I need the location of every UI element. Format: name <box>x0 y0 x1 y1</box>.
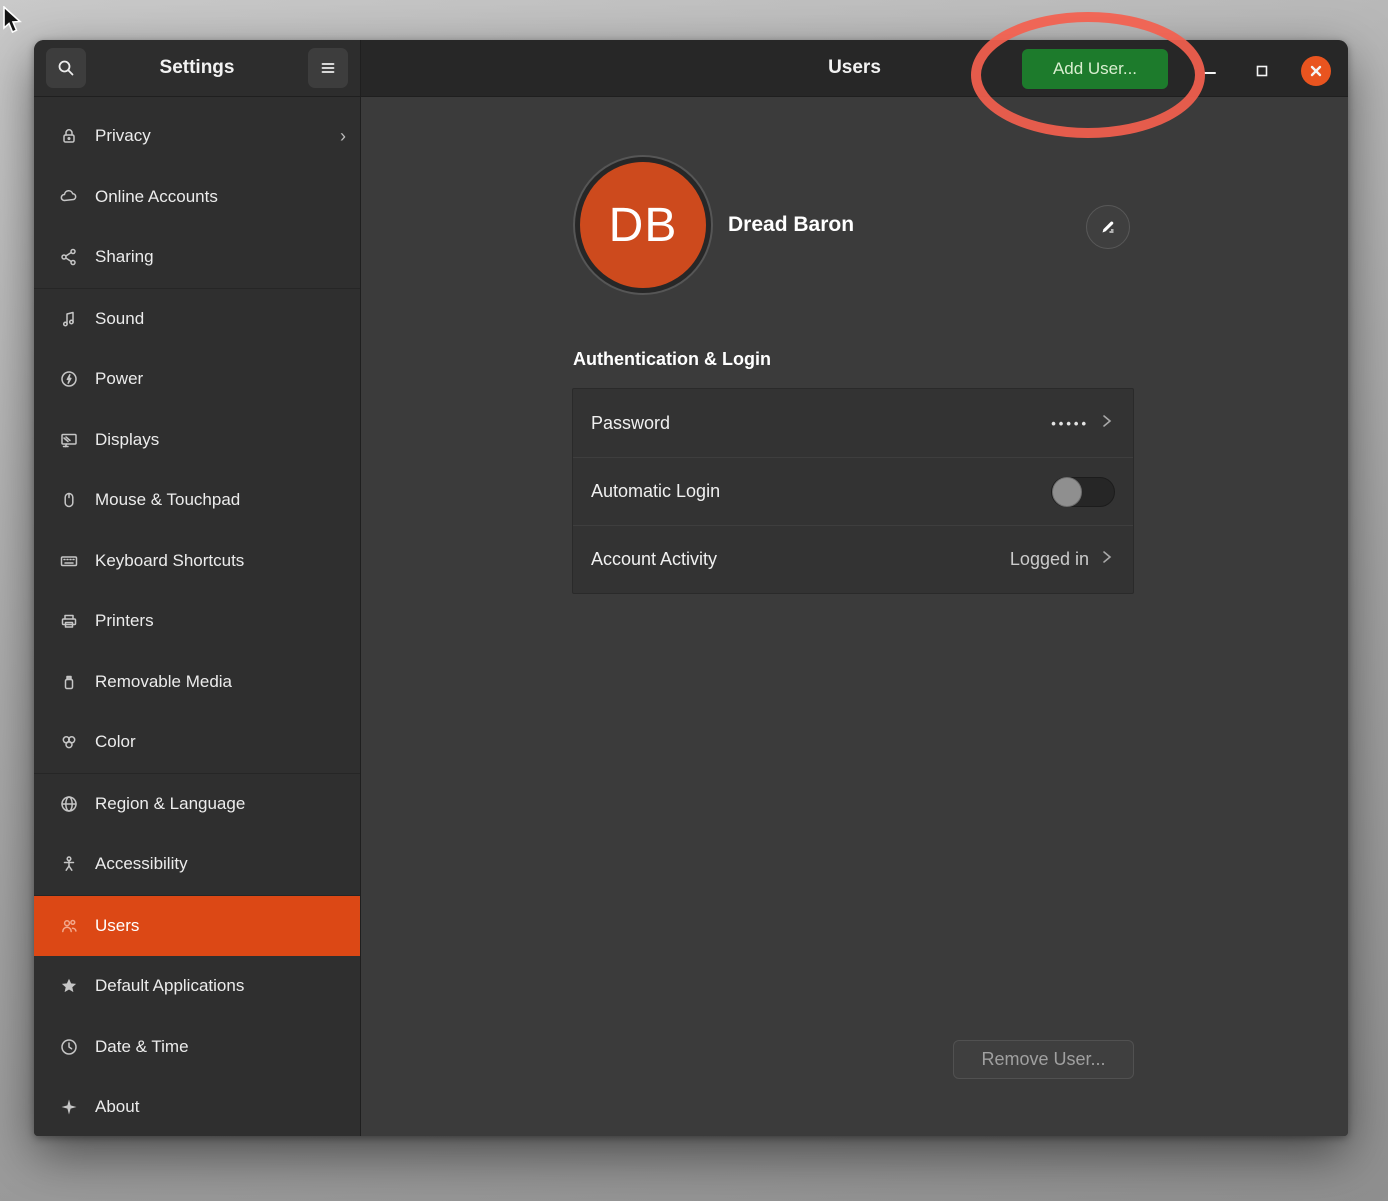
sidebar-item-removable-media[interactable]: Removable Media <box>34 652 360 713</box>
sidebar-item-label: Mouse & Touchpad <box>95 490 346 510</box>
sidebar-item-about[interactable]: About <box>34 1077 360 1136</box>
star-icon <box>58 975 80 997</box>
sidebar-item-label: Keyboard Shortcuts <box>95 551 346 571</box>
sidebar-item-printers[interactable]: Printers <box>34 591 360 652</box>
page-title: Users <box>828 57 881 79</box>
sidebar-item-label: Power <box>95 369 346 389</box>
usb-drive-icon <box>58 671 80 693</box>
search-icon <box>56 58 76 78</box>
clock-icon <box>58 1036 80 1058</box>
titlebar: Settings Users Add User... <box>34 40 1348 97</box>
sidebar-item-label: Color <box>95 732 346 752</box>
sidebar-header: Settings <box>34 40 361 96</box>
sidebar-item-sound[interactable]: Sound <box>34 289 360 350</box>
sidebar-item-label: Sound <box>95 309 346 329</box>
search-button[interactable] <box>46 48 86 88</box>
lock-icon <box>58 125 80 147</box>
sparkle-icon <box>58 1096 80 1118</box>
chevron-right-icon: › <box>340 126 346 147</box>
music-note-icon <box>58 308 80 330</box>
keyboard-icon <box>58 550 80 572</box>
sidebar-item-label: Displays <box>95 430 346 450</box>
sidebar-item-sharing[interactable]: Sharing <box>34 227 360 288</box>
sidebar-item-label: Users <box>95 916 346 936</box>
minimize-icon <box>1203 64 1217 78</box>
chevron-right-icon <box>1099 548 1115 571</box>
password-value: ••••• <box>1051 416 1089 431</box>
sidebar-item-online-accounts[interactable]: Online Accounts <box>34 167 360 228</box>
close-icon <box>1309 64 1323 78</box>
close-button[interactable] <box>1301 56 1331 86</box>
mouse-cursor <box>2 6 28 36</box>
password-row[interactable]: Password ••••• <box>573 389 1133 457</box>
sidebar-item-label: Printers <box>95 611 346 631</box>
sidebar-item-label: Online Accounts <box>95 187 346 207</box>
sidebar-item-users[interactable]: Users <box>34 896 360 957</box>
sidebar-item-privacy[interactable]: Privacy › <box>34 106 360 167</box>
sidebar-item-date-time[interactable]: Date & Time <box>34 1017 360 1078</box>
display-icon <box>58 429 80 451</box>
sidebar-item-label: Sharing <box>95 247 346 267</box>
settings-title: Settings <box>160 57 235 79</box>
section-title: Authentication & Login <box>573 349 771 370</box>
automatic-login-toggle[interactable] <box>1051 477 1115 507</box>
sidebar-item-power[interactable]: Power <box>34 349 360 410</box>
account-activity-value: Logged in <box>1010 549 1089 570</box>
content-header: Users Add User... <box>361 40 1348 96</box>
account-activity-label: Account Activity <box>591 549 1000 570</box>
edit-user-button[interactable] <box>1086 205 1130 249</box>
sidebar-item-label: Removable Media <box>95 672 346 692</box>
password-label: Password <box>591 413 1041 434</box>
hamburger-icon <box>318 58 338 78</box>
sidebar-item-displays[interactable]: Displays <box>34 410 360 471</box>
account-activity-row[interactable]: Account Activity Logged in <box>573 525 1133 593</box>
cloud-icon <box>58 186 80 208</box>
mouse-icon <box>58 489 80 511</box>
sidebar-item-label: Privacy <box>95 126 325 146</box>
globe-icon <box>58 793 80 815</box>
users-icon <box>58 915 80 937</box>
auth-login-card: Password ••••• Automatic Login Account A… <box>572 388 1134 594</box>
avatar-initials: DB <box>609 198 678 253</box>
color-circles-icon <box>58 731 80 753</box>
pencil-icon <box>1098 217 1118 237</box>
sidebar-item-label: About <box>95 1097 346 1117</box>
remove-user-button[interactable]: Remove User... <box>953 1040 1134 1079</box>
share-icon <box>58 246 80 268</box>
sidebar-item-label: Default Applications <box>95 976 346 996</box>
toggle-knob <box>1052 477 1082 507</box>
users-panel: DB Dread Baron Authentication & Login Pa… <box>361 97 1348 1136</box>
sidebar-item-label: Date & Time <box>95 1037 346 1057</box>
sidebar-item-color[interactable]: Color <box>34 712 360 773</box>
printer-icon <box>58 610 80 632</box>
automatic-login-label: Automatic Login <box>591 481 1041 502</box>
maximize-icon <box>1255 64 1269 78</box>
sidebar-item-label: Accessibility <box>95 854 346 874</box>
power-icon <box>58 368 80 390</box>
automatic-login-row: Automatic Login <box>573 457 1133 525</box>
sidebar: Privacy › Online Accounts Sharing Sound … <box>34 97 361 1136</box>
sidebar-item-region-language[interactable]: Region & Language <box>34 774 360 835</box>
user-name: Dread Baron <box>728 213 854 237</box>
accessibility-icon <box>58 853 80 875</box>
add-user-button[interactable]: Add User... <box>1022 49 1168 89</box>
avatar: DB <box>575 157 711 293</box>
sidebar-item-default-applications[interactable]: Default Applications <box>34 956 360 1017</box>
menu-button[interactable] <box>308 48 348 88</box>
maximize-button[interactable] <box>1249 58 1275 84</box>
minimize-button[interactable] <box>1197 58 1223 84</box>
settings-window: Settings Users Add User... <box>34 40 1348 1136</box>
sidebar-item-accessibility[interactable]: Accessibility <box>34 834 360 895</box>
sidebar-item-mouse-touchpad[interactable]: Mouse & Touchpad <box>34 470 360 531</box>
sidebar-item-keyboard-shortcuts[interactable]: Keyboard Shortcuts <box>34 531 360 592</box>
sidebar-item-label: Region & Language <box>95 794 346 814</box>
chevron-right-icon <box>1099 412 1115 435</box>
